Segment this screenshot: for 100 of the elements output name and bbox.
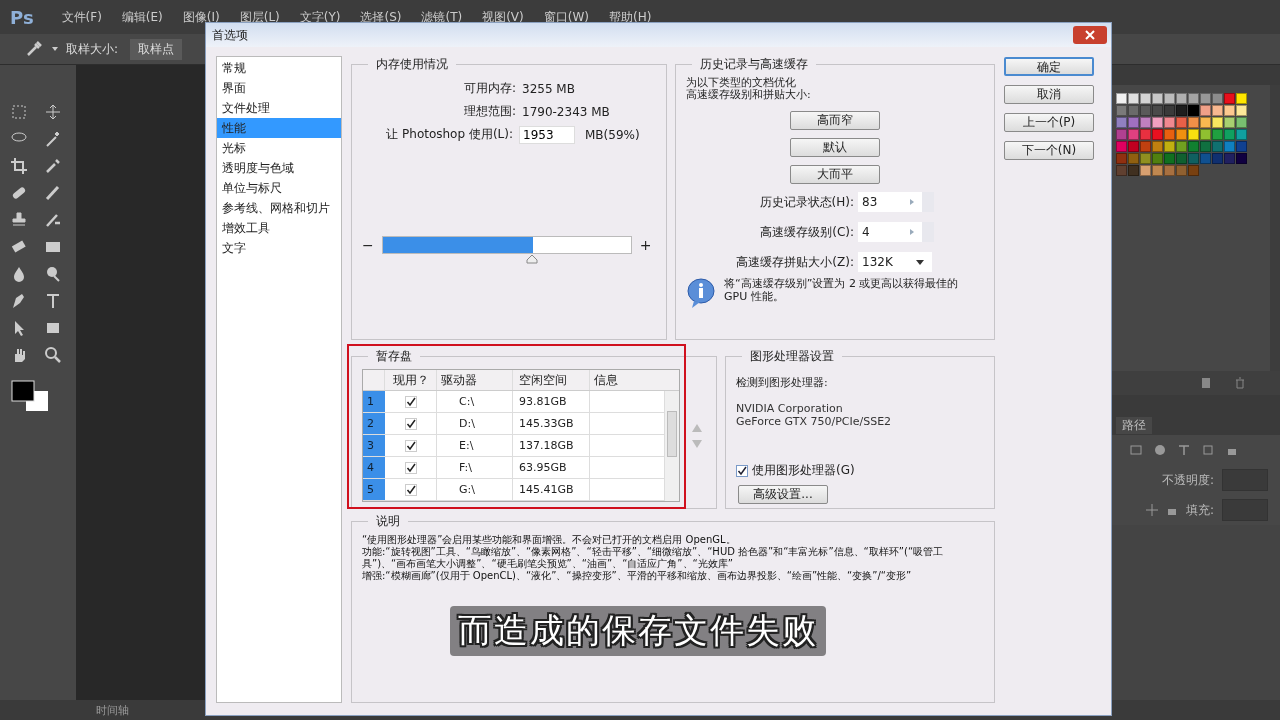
size-dropdown[interactable]: 132K (858, 252, 932, 272)
color-swatch[interactable] (1224, 117, 1235, 128)
checkbox[interactable] (404, 395, 417, 408)
arrow-icon[interactable] (910, 199, 914, 205)
menu-item[interactable]: 文件(F) (61, 8, 102, 26)
decrease-button[interactable]: − (362, 237, 374, 253)
color-swatch[interactable] (1200, 153, 1211, 164)
color-swatches-icon[interactable] (10, 379, 50, 413)
color-swatch[interactable] (1212, 105, 1223, 116)
color-swatch[interactable] (1152, 129, 1163, 140)
color-swatch[interactable] (1200, 93, 1211, 104)
memory-input[interactable]: 1953 (519, 125, 575, 144)
color-swatch[interactable] (1176, 105, 1187, 116)
color-swatch[interactable] (1152, 153, 1163, 164)
color-swatch[interactable] (1224, 93, 1235, 104)
menu-item[interactable]: 编辑(E) (121, 8, 163, 26)
checkbox[interactable] (736, 464, 748, 477)
color-swatch[interactable] (1128, 141, 1139, 152)
color-swatch[interactable] (1212, 153, 1223, 164)
color-swatch[interactable] (1200, 129, 1211, 140)
increase-button[interactable]: + (639, 237, 652, 253)
color-swatch[interactable] (1116, 105, 1127, 116)
category-item[interactable]: 性能 (217, 118, 341, 138)
color-swatch[interactable] (1140, 93, 1151, 104)
color-swatch[interactable] (1224, 129, 1235, 140)
color-swatch[interactable] (1116, 153, 1127, 164)
color-swatch[interactable] (1224, 105, 1235, 116)
dialog-button[interactable]: 上一个(P) (1004, 113, 1094, 132)
color-swatch[interactable] (1164, 117, 1175, 128)
menu-item[interactable]: 帮助(H) (609, 8, 652, 26)
menu-item[interactable]: 图层(L) (239, 8, 280, 26)
column-header[interactable]: 驱动器 (437, 370, 513, 390)
stamp-tool-icon[interactable] (10, 211, 28, 229)
color-swatch[interactable] (1188, 117, 1199, 128)
eyedropper-tool-icon[interactable] (44, 157, 62, 175)
preset-button[interactable]: 高而窄 (790, 111, 880, 130)
checkbox[interactable] (404, 417, 417, 430)
number-field[interactable]: 83 (858, 192, 934, 212)
type-tool-icon[interactable] (44, 292, 62, 310)
color-swatch[interactable] (1152, 93, 1163, 104)
color-swatch[interactable] (1212, 93, 1223, 104)
column-header[interactable]: 现用？ (385, 370, 437, 390)
trash-icon[interactable] (1234, 377, 1246, 389)
memory-slider[interactable] (381, 236, 632, 264)
color-swatch[interactable] (1128, 129, 1139, 140)
menu-item[interactable]: 视图(V) (482, 8, 524, 26)
dialog-button[interactable]: 确定 (1004, 57, 1094, 76)
color-swatch[interactable] (1164, 129, 1175, 140)
color-swatch[interactable] (1116, 141, 1127, 152)
color-swatch[interactable] (1176, 93, 1187, 104)
category-item[interactable]: 文字 (217, 238, 341, 258)
color-swatch[interactable] (1236, 141, 1247, 152)
color-swatch[interactable] (1164, 93, 1175, 104)
color-swatch[interactable] (1188, 129, 1199, 140)
caret-icon[interactable] (916, 259, 924, 265)
category-item[interactable]: 参考线、网格和切片 (217, 198, 341, 218)
checkbox[interactable] (404, 461, 417, 474)
advanced-settings-button[interactable]: 高级设置... (738, 485, 828, 504)
color-swatch[interactable] (1116, 129, 1127, 140)
color-swatch[interactable] (1140, 153, 1151, 164)
scrollbar[interactable] (664, 391, 679, 501)
menu-item[interactable]: 图像(I) (182, 8, 220, 26)
menu-item[interactable]: 窗口(W) (543, 8, 589, 26)
color-swatch[interactable] (1236, 117, 1247, 128)
color-swatch[interactable] (1128, 93, 1139, 104)
color-swatch[interactable] (1140, 105, 1151, 116)
menu-item[interactable]: 文字(Y) (299, 8, 341, 26)
menu-item[interactable]: 选择(S) (360, 8, 402, 26)
column-header[interactable]: 信息 (590, 370, 679, 390)
color-swatch[interactable] (1200, 117, 1211, 128)
category-item[interactable]: 文件处理 (217, 98, 341, 118)
color-swatch[interactable] (1224, 153, 1235, 164)
column-header[interactable]: 空闲空间 (513, 370, 590, 390)
move-tool-icon[interactable] (44, 103, 62, 121)
category-item[interactable]: 光标 (217, 138, 341, 158)
color-swatch[interactable] (1164, 153, 1175, 164)
color-swatch[interactable] (1140, 129, 1151, 140)
category-item[interactable]: 常规 (217, 58, 341, 78)
close-icon[interactable] (1073, 26, 1107, 44)
color-swatch[interactable] (1152, 105, 1163, 116)
slider-thumb[interactable] (525, 254, 538, 264)
color-swatch[interactable] (1152, 165, 1163, 176)
color-swatch[interactable] (1200, 105, 1211, 116)
move-down-icon[interactable] (692, 439, 702, 448)
move-up-icon[interactable] (692, 423, 702, 432)
sample-size-dropdown[interactable]: 取样点 (130, 38, 183, 60)
color-swatch[interactable] (1116, 165, 1127, 176)
checkbox[interactable] (404, 439, 417, 452)
color-swatch[interactable] (1164, 105, 1175, 116)
brush-tool-icon[interactable] (44, 184, 62, 202)
color-swatch[interactable] (1116, 117, 1127, 128)
color-swatch[interactable] (1128, 117, 1139, 128)
color-swatch[interactable] (1140, 165, 1151, 176)
zoom-tool-icon[interactable] (44, 346, 62, 364)
color-swatch[interactable] (1188, 93, 1199, 104)
color-swatch[interactable] (1236, 93, 1247, 104)
color-swatch[interactable] (1200, 141, 1211, 152)
color-swatch[interactable] (1176, 129, 1187, 140)
marquee-tool-icon[interactable] (10, 103, 28, 121)
color-swatch[interactable] (1176, 141, 1187, 152)
